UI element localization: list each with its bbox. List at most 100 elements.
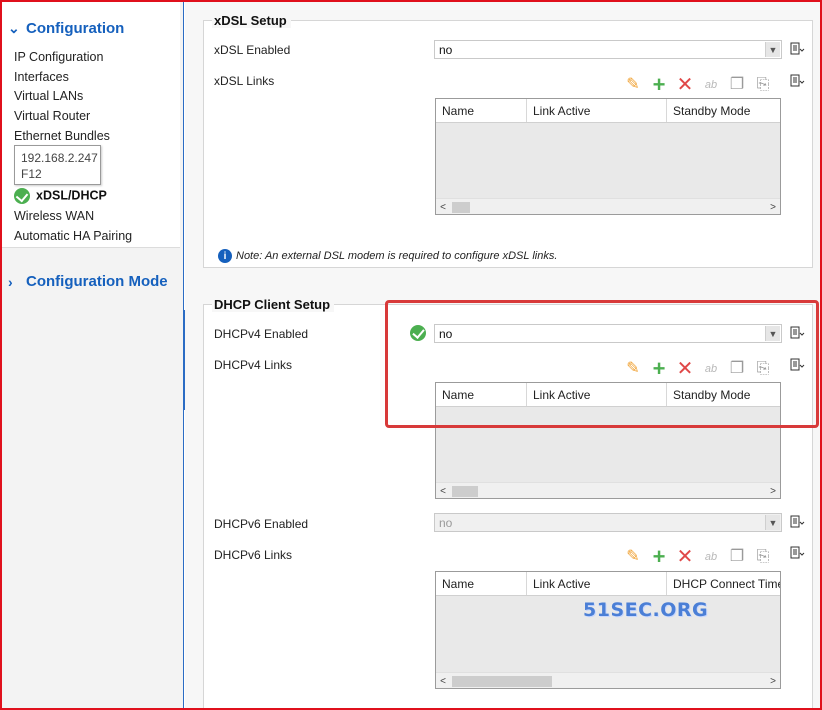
column-standby-mode[interactable]: Standby Mode <box>667 99 780 122</box>
success-check-icon <box>410 325 426 341</box>
dhcpv6-links-table[interactable]: Name Link Active DHCP Connect Timeo < > <box>435 571 781 689</box>
dhcpv6-enabled-label: DHCPv6 Enabled <box>214 517 309 531</box>
clipboard-icon[interactable] <box>789 545 805 561</box>
xdsl-setup-group: xDSL Setup xDSL Enabled no ▼ xDSL Links … <box>203 13 813 268</box>
chevron-left-icon[interactable]: < <box>436 483 450 499</box>
delete-icon[interactable]: ✕ <box>676 75 694 95</box>
xdsl-note: i Note: An external DSL modem is require… <box>218 249 557 263</box>
chevron-right-icon[interactable]: > <box>766 483 780 499</box>
sidebar-item-wireless-wan[interactable]: Wireless WAN <box>14 209 94 223</box>
xdsl-links-table[interactable]: Name Link Active Standby Mode < > <box>435 98 781 215</box>
sidebar-item-interfaces[interactable]: Interfaces <box>14 70 69 84</box>
configuration-mode-title: Configuration Mode <box>26 273 168 290</box>
copy-icon[interactable]: ❐ <box>728 360 746 378</box>
add-icon[interactable]: + <box>650 546 668 568</box>
watermark: 51SEC.ORG <box>583 599 709 621</box>
xdsl-links-toolbar: ✎ + ✕ ab ❐ ⎘ <box>624 74 772 96</box>
main-panel: xDSL Setup xDSL Enabled no ▼ xDSL Links … <box>185 0 822 710</box>
dhcpv6-links-toolbar: ✎ + ✕ ab ❐ ⎘ <box>624 546 772 568</box>
sidebar-item-ip-configuration[interactable]: IP Configuration <box>14 50 103 64</box>
column-link-active[interactable]: Link Active <box>527 99 667 122</box>
table-header: Name Link Active Standby Mode <box>436 99 780 123</box>
dhcp-client-setup-group: DHCP Client Setup DHCPv4 Enabled no ▼ DH… <box>203 297 813 710</box>
scrollbar-thumb[interactable] <box>452 202 470 213</box>
xdsl-note-text: Note: An external DSL modem is required … <box>236 250 558 262</box>
rename-icon[interactable]: ab <box>702 360 720 378</box>
chevron-right-icon[interactable]: > <box>766 199 780 215</box>
edit-icon[interactable]: ✎ <box>624 360 642 378</box>
add-icon[interactable]: + <box>650 358 668 380</box>
column-name[interactable]: Name <box>436 383 527 406</box>
xdsl-enabled-select[interactable]: no ▼ <box>434 40 782 59</box>
sidebar-item-ethernet-bundles[interactable]: Ethernet Bundles <box>14 129 110 143</box>
clipboard-icon[interactable] <box>789 514 805 530</box>
clipboard-icon[interactable] <box>789 41 805 57</box>
configuration-header[interactable]: ⌄ Configuration <box>8 20 124 37</box>
xdsl-enabled-value: no <box>439 43 453 57</box>
dhcpv4-enabled-label: DHCPv4 Enabled <box>214 327 309 341</box>
chevron-right-icon[interactable]: > <box>766 673 780 689</box>
dhcpv4-links-label: DHCPv4 Links <box>214 358 293 372</box>
chevron-left-icon[interactable]: < <box>436 673 450 689</box>
dhcpv4-enabled-value: no <box>439 327 453 341</box>
sidebar-item-xdsl-dhcp[interactable]: xDSL/DHCP <box>14 188 107 204</box>
table-header: Name Link Active DHCP Connect Timeo <box>436 572 780 596</box>
chevron-down-icon: ⌄ <box>8 20 20 36</box>
tooltip: 192.168.2.247 F12 <box>14 145 101 185</box>
horizontal-scrollbar[interactable]: < > <box>436 198 780 214</box>
column-standby-mode[interactable]: Standby Mode <box>667 383 780 406</box>
copy-icon[interactable]: ❐ <box>728 548 746 566</box>
paste-icon[interactable]: ⎘ <box>754 360 772 378</box>
sidebar-item-label: xDSL/DHCP <box>36 188 107 203</box>
dhcp-client-setup-title: DHCP Client Setup <box>212 297 335 312</box>
scrollbar-thumb[interactable] <box>452 486 478 497</box>
chevron-left-icon[interactable]: < <box>436 199 450 215</box>
column-dhcp-connect-timeout[interactable]: DHCP Connect Timeo <box>667 572 780 595</box>
sidebar-item-virtual-router[interactable]: Virtual Router <box>14 109 90 123</box>
scrollbar-thumb[interactable] <box>452 676 552 687</box>
chevron-down-icon: ▼ <box>765 326 780 341</box>
dhcpv6-enabled-select[interactable]: no ▼ <box>434 513 782 532</box>
table-header: Name Link Active Standby Mode <box>436 383 780 407</box>
delete-icon[interactable]: ✕ <box>676 359 694 379</box>
dhcpv6-links-label: DHCPv6 Links <box>214 548 293 562</box>
edit-icon[interactable]: ✎ <box>624 76 642 94</box>
sidebar-configuration-section: ⌄ Configuration IP Configuration Interfa… <box>0 0 180 248</box>
dhcpv6-enabled-value: no <box>439 516 453 530</box>
column-link-active[interactable]: Link Active <box>527 572 667 595</box>
tooltip-ip: 192.168.2.247 <box>21 151 98 165</box>
clipboard-icon[interactable] <box>789 73 805 89</box>
configuration-title: Configuration <box>26 20 125 37</box>
delete-icon[interactable]: ✕ <box>676 547 694 567</box>
edit-icon[interactable]: ✎ <box>624 548 642 566</box>
horizontal-scrollbar[interactable]: < > <box>436 482 780 498</box>
chevron-down-icon: ▼ <box>765 42 780 57</box>
chevron-right-icon: › <box>8 273 13 290</box>
xdsl-setup-title: xDSL Setup <box>212 13 291 28</box>
sidebar-item-automatic-ha-pairing[interactable]: Automatic HA Pairing <box>14 229 132 243</box>
configuration-mode-header[interactable]: › Configuration Mode <box>8 273 168 290</box>
xdsl-links-label: xDSL Links <box>214 74 275 88</box>
sidebar: ⌄ Configuration IP Configuration Interfa… <box>0 0 184 710</box>
xdsl-enabled-label: xDSL Enabled <box>214 43 291 57</box>
column-link-active[interactable]: Link Active <box>527 383 667 406</box>
chevron-down-icon: ▼ <box>765 515 780 530</box>
paste-icon[interactable]: ⎘ <box>754 548 772 566</box>
info-icon: i <box>218 249 232 263</box>
dhcpv4-enabled-select[interactable]: no ▼ <box>434 324 782 343</box>
dhcpv4-links-toolbar: ✎ + ✕ ab ❐ ⎘ <box>624 358 772 380</box>
rename-icon[interactable]: ab <box>702 76 720 94</box>
add-icon[interactable]: + <box>650 74 668 96</box>
tooltip-key: F12 <box>21 167 42 181</box>
column-name[interactable]: Name <box>436 572 527 595</box>
clipboard-icon[interactable] <box>789 325 805 341</box>
check-icon <box>14 188 30 204</box>
copy-icon[interactable]: ❐ <box>728 76 746 94</box>
horizontal-scrollbar[interactable]: < > <box>436 672 780 688</box>
column-name[interactable]: Name <box>436 99 527 122</box>
dhcpv4-links-table[interactable]: Name Link Active Standby Mode < > <box>435 382 781 499</box>
paste-icon[interactable]: ⎘ <box>754 76 772 94</box>
clipboard-icon[interactable] <box>789 357 805 373</box>
rename-icon[interactable]: ab <box>702 548 720 566</box>
sidebar-item-virtual-lans[interactable]: Virtual LANs <box>14 89 83 103</box>
